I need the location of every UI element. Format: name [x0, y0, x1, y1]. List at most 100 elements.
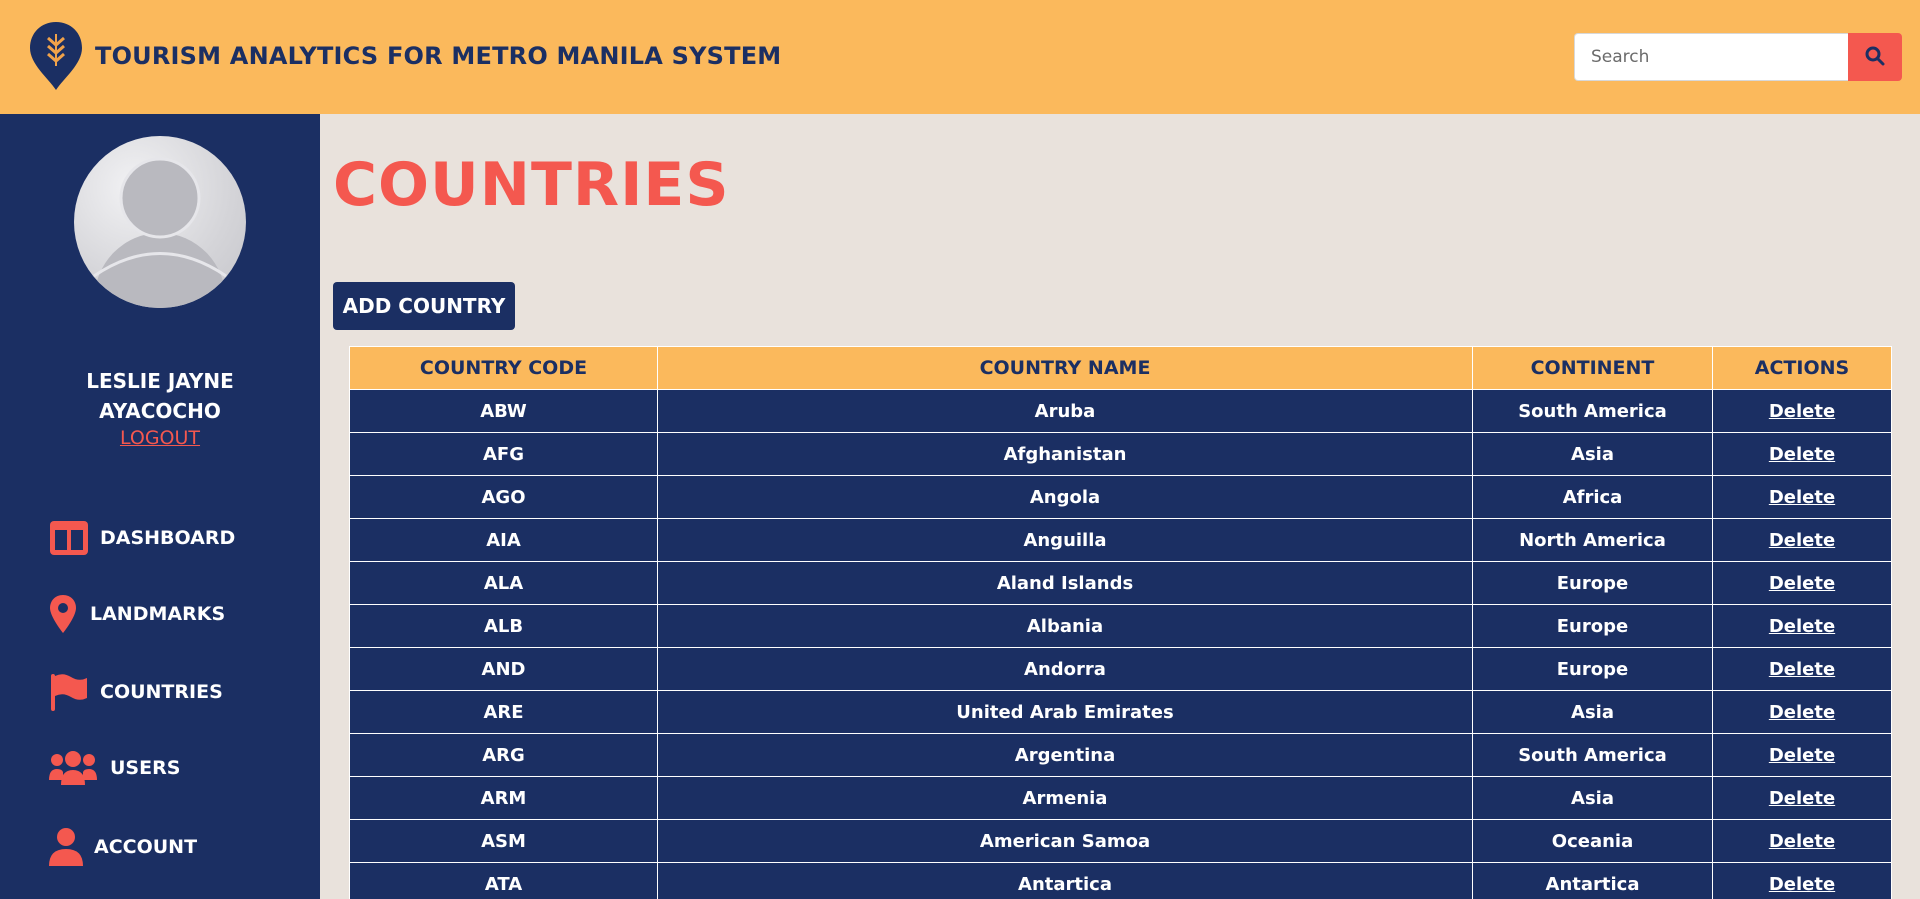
sidebar: LESLIE JAYNE AYACOCHO LOGOUT DASHBOARD L… — [0, 114, 320, 899]
avatar — [74, 136, 246, 308]
country-code-cell: ALA — [349, 561, 658, 605]
delete-link[interactable]: Delete — [1769, 831, 1835, 852]
app-logo-icon — [28, 20, 84, 92]
column-header-continent: CONTINENT — [1472, 346, 1713, 390]
delete-link[interactable]: Delete — [1769, 616, 1835, 637]
country-code-cell: ATA — [349, 862, 658, 899]
actions-cell: Delete — [1712, 561, 1892, 605]
country-name-cell: Aland Islands — [657, 561, 1473, 605]
delete-link[interactable]: Delete — [1769, 788, 1835, 809]
actions-cell: Delete — [1712, 475, 1892, 519]
country-name-cell: Argentina — [657, 733, 1473, 777]
country-code-cell: AGO — [349, 475, 658, 519]
continent-cell: Asia — [1472, 432, 1713, 476]
delete-link[interactable]: Delete — [1769, 702, 1835, 723]
app-title: TOURISM ANALYTICS FOR METRO MANILA SYSTE… — [95, 42, 782, 70]
table-row: AGO Angola Africa Delete — [349, 475, 1892, 519]
delete-link[interactable]: Delete — [1769, 487, 1835, 508]
delete-link[interactable]: Delete — [1769, 745, 1835, 766]
table-row: ARG Argentina South America Delete — [349, 733, 1892, 777]
search-button[interactable] — [1848, 33, 1902, 81]
table-row: ABW Aruba South America Delete — [349, 389, 1892, 433]
continent-cell: Antartica — [1472, 862, 1713, 899]
search-input[interactable] — [1574, 33, 1848, 81]
country-code-cell: ALB — [349, 604, 658, 648]
actions-cell: Delete — [1712, 389, 1892, 433]
continent-cell: Africa — [1472, 475, 1713, 519]
countries-table: COUNTRY CODE COUNTRY NAME CONTINENT ACTI… — [349, 346, 1892, 899]
sidebar-item-account[interactable]: ACCOUNT — [48, 827, 197, 867]
actions-cell: Delete — [1712, 819, 1892, 863]
country-code-cell: ARM — [349, 776, 658, 820]
country-code-cell: AFG — [349, 432, 658, 476]
actions-cell: Delete — [1712, 518, 1892, 562]
page-title: COUNTRIES — [333, 150, 730, 220]
country-name-cell: Afghanistan — [657, 432, 1473, 476]
column-header-actions: ACTIONS — [1712, 346, 1892, 390]
delete-link[interactable]: Delete — [1769, 444, 1835, 465]
country-name-cell: Anguilla — [657, 518, 1473, 562]
country-code-cell: ARE — [349, 690, 658, 734]
delete-link[interactable]: Delete — [1769, 530, 1835, 551]
actions-cell: Delete — [1712, 776, 1892, 820]
sidebar-item-label: USERS — [110, 757, 181, 779]
sidebar-item-label: LANDMARKS — [90, 603, 226, 625]
country-code-cell: AND — [349, 647, 658, 691]
actions-cell: Delete — [1712, 733, 1892, 777]
country-code-cell: ABW — [349, 389, 658, 433]
add-country-button[interactable]: ADD COUNTRY — [333, 282, 515, 330]
actions-cell: Delete — [1712, 432, 1892, 476]
user-first-name: LESLIE JAYNE — [86, 369, 234, 393]
country-name-cell: Antartica — [657, 862, 1473, 899]
search-bar — [1574, 33, 1902, 81]
country-code-cell: AIA — [349, 518, 658, 562]
table-row: AIA Anguilla North America Delete — [349, 518, 1892, 562]
user-name: LESLIE JAYNE AYACOCHO — [0, 366, 320, 426]
delete-link[interactable]: Delete — [1769, 401, 1835, 422]
users-icon — [48, 750, 98, 786]
country-name-cell: Andorra — [657, 647, 1473, 691]
table-row: ATA Antartica Antartica Delete — [349, 862, 1892, 899]
user-last-name: AYACOCHO — [99, 399, 221, 423]
sidebar-item-label: ACCOUNT — [94, 836, 198, 858]
delete-link[interactable]: Delete — [1769, 573, 1835, 594]
delete-link[interactable]: Delete — [1769, 874, 1835, 895]
sidebar-item-label: COUNTRIES — [100, 681, 223, 703]
table-row: ALB Albania Europe Delete — [349, 604, 1892, 648]
sidebar-item-label: DASHBOARD — [100, 527, 236, 549]
table-header-row: COUNTRY CODE COUNTRY NAME CONTINENT ACTI… — [349, 346, 1892, 390]
country-code-cell: ASM — [349, 819, 658, 863]
top-header: TOURISM ANALYTICS FOR METRO MANILA SYSTE… — [0, 0, 1920, 114]
delete-link[interactable]: Delete — [1769, 659, 1835, 680]
sidebar-item-landmarks[interactable]: LANDMARKS — [48, 594, 225, 634]
continent-cell: Asia — [1472, 690, 1713, 734]
actions-cell: Delete — [1712, 647, 1892, 691]
dashboard-icon — [48, 520, 90, 556]
actions-cell: Delete — [1712, 690, 1892, 734]
column-header-country-code: COUNTRY CODE — [349, 346, 658, 390]
map-pin-icon — [48, 594, 78, 634]
continent-cell: Europe — [1472, 604, 1713, 648]
user-icon — [48, 827, 84, 867]
table-row: ARM Armenia Asia Delete — [349, 776, 1892, 820]
sidebar-item-countries[interactable]: COUNTRIES — [48, 672, 223, 712]
logout-link[interactable]: LOGOUT — [0, 427, 320, 449]
sidebar-item-dashboard[interactable]: DASHBOARD — [48, 520, 235, 556]
sidebar-item-users[interactable]: USERS — [48, 750, 180, 786]
country-code-cell: ARG — [349, 733, 658, 777]
actions-cell: Delete — [1712, 862, 1892, 899]
table-row: ALA Aland Islands Europe Delete — [349, 561, 1892, 605]
country-name-cell: Aruba — [657, 389, 1473, 433]
actions-cell: Delete — [1712, 604, 1892, 648]
column-header-country-name: COUNTRY NAME — [657, 346, 1473, 390]
flag-icon — [48, 672, 90, 712]
continent-cell: Oceania — [1472, 819, 1713, 863]
table-row: ARE United Arab Emirates Asia Delete — [349, 690, 1892, 734]
table-row: ASM American Samoa Oceania Delete — [349, 819, 1892, 863]
country-name-cell: American Samoa — [657, 819, 1473, 863]
table-row: AFG Afghanistan Asia Delete — [349, 432, 1892, 476]
continent-cell: Europe — [1472, 561, 1713, 605]
continent-cell: Europe — [1472, 647, 1713, 691]
table-row: AND Andorra Europe Delete — [349, 647, 1892, 691]
continent-cell: North America — [1472, 518, 1713, 562]
